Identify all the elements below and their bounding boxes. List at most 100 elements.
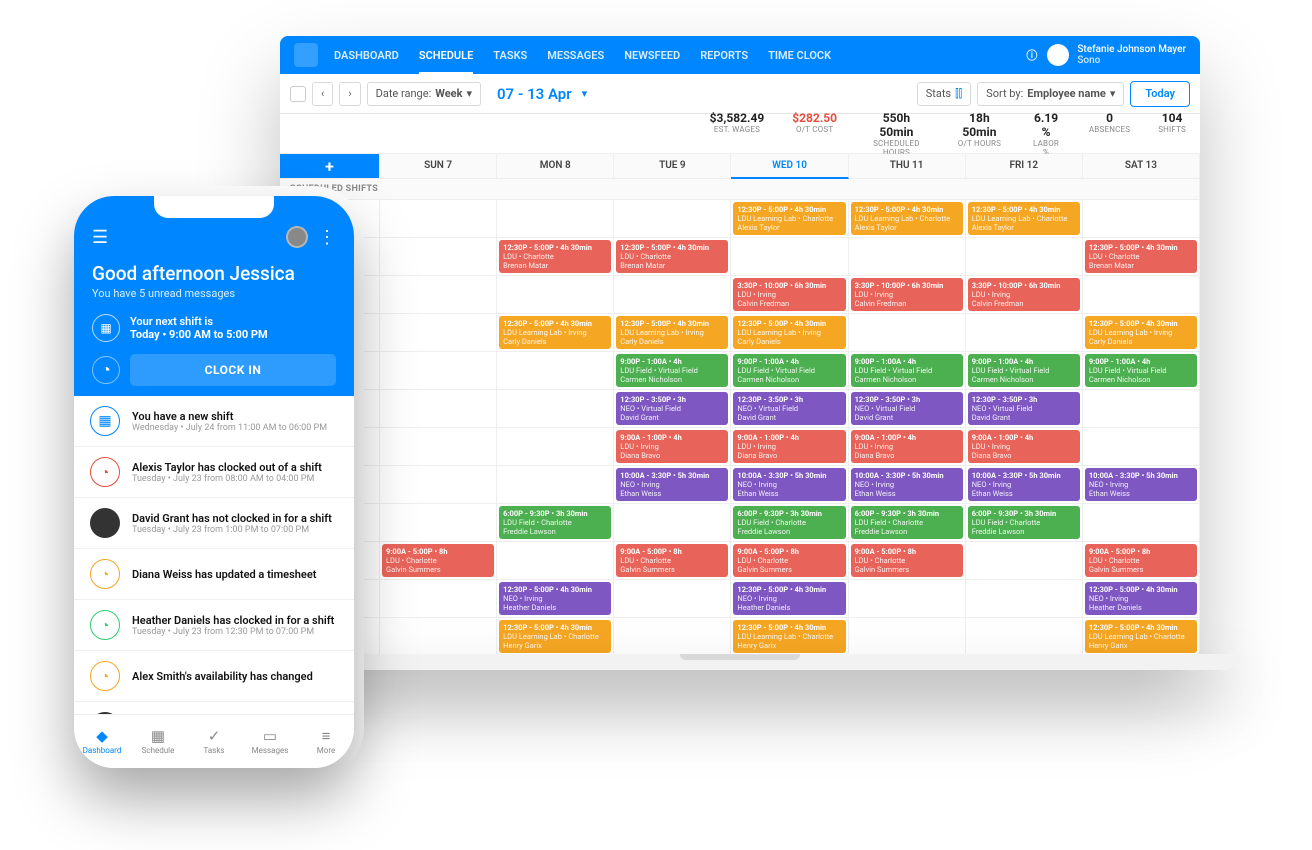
info-icon[interactable]: ⓘ xyxy=(1026,47,1037,63)
schedule-slot[interactable]: 9:00A - 1:00P • 4hLDU • IrvingDiana Brav… xyxy=(966,428,1083,466)
schedule-slot[interactable]: 12:30P - 5:00P • 4h 30minNEO • IrvingHea… xyxy=(731,580,848,618)
shift-block[interactable]: 12:30P - 3:50P • 3hNEO • Virtual FieldDa… xyxy=(851,392,963,425)
feed-item[interactable]: David Grant has not clocked in for a shi… xyxy=(74,498,354,549)
schedule-slot[interactable]: 6:00P - 9:30P • 3h 30minLDU Field • Char… xyxy=(966,504,1083,542)
nav-item[interactable]: NEWSFEED xyxy=(624,49,680,62)
day-header[interactable]: SUN 7 xyxy=(380,154,497,179)
shift-block[interactable]: 12:30P - 5:00P • 4h 30minLDU • Charlotte… xyxy=(1085,240,1197,273)
shift-block[interactable]: 12:30P - 5:00P • 4h 30minLDU Learning La… xyxy=(733,620,845,653)
add-button[interactable]: + xyxy=(280,154,380,179)
prev-week-button[interactable]: ‹ xyxy=(312,82,333,106)
schedule-slot[interactable]: 3:30P - 10:00P • 6h 30minLDU • IrvingCal… xyxy=(731,276,848,314)
schedule-slot[interactable]: 12:30P - 3:50P • 3hNEO • Virtual FieldDa… xyxy=(731,390,848,428)
feed-item[interactable]: ◔ Heather Daniels has clocked in for a s… xyxy=(74,600,354,651)
schedule-slot[interactable]: 12:30P - 5:00P • 4h 30minLDU Learning La… xyxy=(966,200,1083,238)
shift-block[interactable]: 3:30P - 10:00P • 6h 30minLDU • IrvingCal… xyxy=(968,278,1080,311)
tab-schedule[interactable]: ▦Schedule xyxy=(130,715,186,768)
schedule-slot[interactable]: 3:30P - 10:00P • 6h 30minLDU • IrvingCal… xyxy=(966,276,1083,314)
schedule-slot[interactable]: 10:00A - 3:30P • 5h 30minNEO • IrvingEth… xyxy=(849,466,966,504)
shift-block[interactable]: 9:00P - 1:00A • 4hLDU Field • Virtual Fi… xyxy=(851,354,963,387)
shift-block[interactable]: 6:00P - 9:30P • 3h 30minLDU Field • Char… xyxy=(733,506,845,539)
nav-item[interactable]: REPORTS xyxy=(700,49,748,62)
tab-tasks[interactable]: ✓Tasks xyxy=(186,715,242,768)
shift-block[interactable]: 6:00P - 9:30P • 3h 30minLDU Field • Char… xyxy=(499,506,611,539)
schedule-slot[interactable] xyxy=(614,618,731,656)
schedule-slot[interactable]: 6:00P - 9:30P • 3h 30minLDU Field • Char… xyxy=(849,504,966,542)
schedule-slot[interactable] xyxy=(966,618,1083,656)
shift-block[interactable]: 10:00A - 3:30P • 5h 30minNEO • IrvingEth… xyxy=(968,468,1080,501)
shift-block[interactable]: 9:00A - 1:00P • 4hLDU • IrvingDiana Brav… xyxy=(733,430,845,463)
schedule-slot[interactable] xyxy=(380,276,497,314)
shift-block[interactable]: 12:30P - 5:00P • 4h 30minLDU Learning La… xyxy=(1085,620,1197,653)
shift-block[interactable]: 10:00A - 3:30P • 5h 30minNEO • IrvingEth… xyxy=(733,468,845,501)
day-header[interactable]: FRI 12 xyxy=(966,154,1083,179)
schedule-slot[interactable] xyxy=(497,276,614,314)
shift-block[interactable]: 3:30P - 10:00P • 6h 30minLDU • IrvingCal… xyxy=(851,278,963,311)
shift-block[interactable]: 12:30P - 5:00P • 4h 30minNEO • IrvingHea… xyxy=(499,582,611,615)
schedule-slot[interactable]: 12:30P - 5:00P • 4h 30minLDU • Charlotte… xyxy=(614,238,731,276)
schedule-slot[interactable] xyxy=(497,542,614,580)
schedule-slot[interactable]: 12:30P - 5:00P • 4h 30minLDU Learning La… xyxy=(1083,314,1200,352)
shift-block[interactable]: 3:30P - 10:00P • 6h 30minLDU • IrvingCal… xyxy=(733,278,845,311)
schedule-slot[interactable]: 12:30P - 3:50P • 3hNEO • Virtual FieldDa… xyxy=(966,390,1083,428)
tab-more[interactable]: ≡More xyxy=(298,715,354,768)
clock-in-button[interactable]: CLOCK IN xyxy=(130,354,336,386)
schedule-slot[interactable]: 12:30P - 5:00P • 4h 30minLDU Learning La… xyxy=(497,618,614,656)
schedule-slot[interactable]: 6:00P - 9:30P • 3h 30minLDU Field • Char… xyxy=(497,504,614,542)
schedule-slot[interactable]: 12:30P - 5:00P • 4h 30minLDU Learning La… xyxy=(1083,618,1200,656)
schedule-slot[interactable] xyxy=(380,580,497,618)
schedule-slot[interactable] xyxy=(380,618,497,656)
nav-item[interactable]: MESSAGES xyxy=(547,49,604,62)
shift-block[interactable]: 12:30P - 3:50P • 3hNEO • Virtual FieldDa… xyxy=(968,392,1080,425)
schedule-slot[interactable] xyxy=(614,504,731,542)
shift-block[interactable]: 9:00A - 1:00P • 4hLDU • IrvingDiana Brav… xyxy=(616,430,728,463)
schedule-slot[interactable] xyxy=(497,390,614,428)
day-header[interactable]: TUE 9 xyxy=(614,154,731,179)
feed-item[interactable]: ▦ You have a new shiftWednesday • July 2… xyxy=(74,396,354,447)
shift-block[interactable]: 12:30P - 5:00P • 4h 30minLDU Learning La… xyxy=(733,316,845,349)
avatar-icon[interactable] xyxy=(286,226,308,248)
schedule-slot[interactable]: 12:30P - 5:00P • 4h 30minLDU Learning La… xyxy=(614,314,731,352)
shift-block[interactable]: 9:00A - 1:00P • 4hLDU • IrvingDiana Brav… xyxy=(968,430,1080,463)
nav-item[interactable]: DASHBOARD xyxy=(334,49,399,62)
shift-block[interactable]: 9:00A - 5:00P • 8hLDU • CharlotteGalvin … xyxy=(733,544,845,577)
shift-block[interactable]: 12:30P - 5:00P • 4h 30minLDU • Charlotte… xyxy=(616,240,728,273)
day-header[interactable]: WED 10 xyxy=(731,154,848,179)
hamburger-icon[interactable]: ☰ xyxy=(92,227,108,248)
schedule-slot[interactable] xyxy=(380,428,497,466)
shift-block[interactable]: 12:30P - 5:00P • 4h 30minLDU Learning La… xyxy=(499,620,611,653)
schedule-slot[interactable]: 10:00A - 3:30P • 5h 30minNEO • IrvingEth… xyxy=(966,466,1083,504)
schedule-slot[interactable] xyxy=(1083,504,1200,542)
chevron-down-icon[interactable]: ▾ xyxy=(582,87,588,100)
next-week-button[interactable]: › xyxy=(339,82,360,106)
schedule-slot[interactable]: 9:00P - 1:00A • 4hLDU Field • Virtual Fi… xyxy=(731,352,848,390)
schedule-slot[interactable] xyxy=(380,200,497,238)
shift-block[interactable]: 9:00P - 1:00A • 4hLDU Field • Virtual Fi… xyxy=(1085,354,1197,387)
schedule-slot[interactable] xyxy=(849,314,966,352)
schedule-slot[interactable]: 9:00A - 5:00P • 8hLDU • CharlotteGalvin … xyxy=(731,542,848,580)
shift-block[interactable]: 12:30P - 5:00P • 4h 30minLDU Learning La… xyxy=(499,316,611,349)
user-badge[interactable]: Stefanie Johnson Mayer Sono xyxy=(1047,44,1186,66)
shift-block[interactable]: 12:30P - 3:50P • 3hNEO • Virtual FieldDa… xyxy=(616,392,728,425)
shift-block[interactable]: 9:00A - 5:00P • 8hLDU • CharlotteGalvin … xyxy=(1085,544,1197,577)
shift-block[interactable]: 12:30P - 3:50P • 3hNEO • Virtual FieldDa… xyxy=(733,392,845,425)
feed-item[interactable]: ◔ Alexis Taylor has clocked out of a shi… xyxy=(74,447,354,498)
shift-block[interactable]: 10:00A - 3:30P • 5h 30minNEO • IrvingEth… xyxy=(1085,468,1197,501)
select-all-checkbox[interactable] xyxy=(290,86,306,102)
schedule-slot[interactable]: 9:00A - 1:00P • 4hLDU • IrvingDiana Brav… xyxy=(849,428,966,466)
shift-block[interactable]: 12:30P - 5:00P • 4h 30minLDU Learning La… xyxy=(851,202,963,235)
schedule-slot[interactable]: 12:30P - 5:00P • 4h 30minLDU Learning La… xyxy=(731,314,848,352)
schedule-slot[interactable] xyxy=(1083,428,1200,466)
day-header[interactable]: MON 8 xyxy=(497,154,614,179)
date-range-select[interactable]: Date range: Week ▾ xyxy=(367,82,481,106)
shift-block[interactable]: 9:00P - 1:00A • 4hLDU Field • Virtual Fi… xyxy=(616,354,728,387)
schedule-slot[interactable] xyxy=(966,314,1083,352)
shift-block[interactable]: 10:00A - 3:30P • 5h 30minNEO • IrvingEth… xyxy=(616,468,728,501)
schedule-slot[interactable]: 12:30P - 5:00P • 4h 30minLDU Learning La… xyxy=(731,618,848,656)
schedule-slot[interactable]: 10:00A - 3:30P • 5h 30minNEO • IrvingEth… xyxy=(614,466,731,504)
schedule-slot[interactable]: 9:00A - 5:00P • 8hLDU • CharlotteGalvin … xyxy=(849,542,966,580)
schedule-slot[interactable]: 12:30P - 5:00P • 4h 30minLDU Learning La… xyxy=(849,200,966,238)
shift-block[interactable]: 9:00A - 1:00P • 4hLDU • IrvingDiana Brav… xyxy=(851,430,963,463)
schedule-slot[interactable]: 9:00A - 1:00P • 4hLDU • IrvingDiana Brav… xyxy=(614,428,731,466)
nav-item[interactable]: TIME CLOCK xyxy=(768,49,831,62)
